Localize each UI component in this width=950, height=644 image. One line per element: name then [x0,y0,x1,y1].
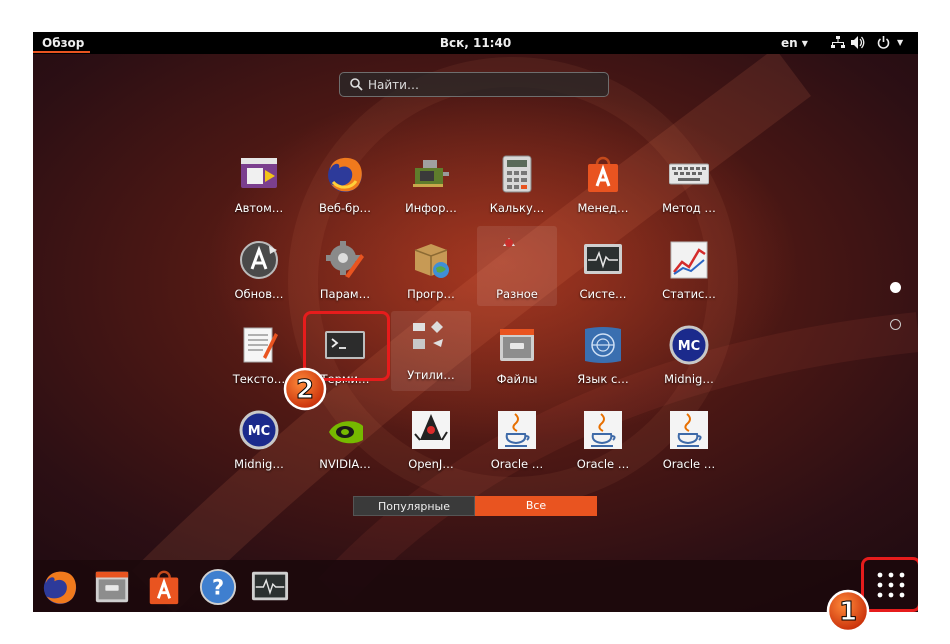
lang-label: en [781,36,798,50]
statistics-icon [670,241,708,279]
app-label: Кальку… [489,201,545,215]
page-indicator-active[interactable] [890,282,901,293]
wallpaper-swirl [131,47,918,612]
help-icon[interactable]: ? [199,568,237,606]
tab-all[interactable]: Все [475,496,597,516]
app-label: Веб-бр… [318,201,372,215]
activities-indicator [33,51,90,53]
text-editor-icon [243,327,278,363]
app-calculator[interactable]: Кальку… [477,140,557,220]
step-badge-1: 1 [826,589,870,633]
app-firefox[interactable]: Веб-бр… [305,140,385,220]
app-label: Систе… [579,287,627,301]
app-label: Обнов… [234,287,284,301]
midnight-commander-icon: MC [669,325,709,365]
step-badge-2: 2 [283,367,327,411]
app-label: Инфор… [405,201,457,215]
svg-text:MC: MC [248,424,270,439]
power-icon[interactable] [877,36,890,49]
nvidia-icon [329,421,363,444]
utilities-folder-icon [413,321,443,349]
app-label: Метод … [662,201,716,215]
app-midnight-commander[interactable]: MC Midnig… [649,311,729,391]
app-label: Утили… [407,368,455,382]
java-cup-icon [670,411,708,449]
network-icon[interactable] [831,36,845,49]
clock-label: Вск, 11:40 [439,36,512,50]
app-label: Прогр… [407,287,455,301]
svg-text:?: ? [212,576,224,600]
app-label: Разное [496,287,538,301]
misc-folder-icon [503,238,515,247]
app-oracle-java-2[interactable]: Oracle … [563,396,643,476]
files-icon [500,329,534,361]
app-label: Midnig… [234,457,284,471]
app-input-method[interactable]: Метод … [649,140,729,220]
top-bar: Обзор Вск, 11:40 en ▼ ▼ [33,32,918,54]
search-box[interactable] [339,72,609,97]
app-system-monitor[interactable]: Систе… [563,226,643,306]
app-files[interactable]: Файлы [477,311,557,391]
app-label: Автом… [234,201,284,215]
settings-icon [326,241,364,278]
app-label: Статис… [662,287,716,301]
java-duke-icon [412,411,450,449]
app-language-support[interactable]: Язык с… [563,311,643,391]
system-monitor-icon[interactable] [251,568,289,606]
app-folder-misc[interactable]: Разное [477,226,557,306]
app-hardware-info[interactable]: Инфор… [391,140,471,220]
app-openjdk[interactable]: OpenJ… [391,396,471,476]
app-grid-icon [877,572,905,598]
app-autostart[interactable]: Автом… [219,140,299,220]
hardware-info-icon [413,160,449,187]
badge-number: 2 [296,375,314,405]
chevron-down-icon: ▼ [801,39,808,48]
app-software-center[interactable]: Менед… [563,140,643,220]
search-icon [350,78,363,91]
software-center-icon [588,156,618,192]
files-icon[interactable] [93,568,131,606]
desktop-overview: Обзор Вск, 11:40 en ▼ ▼ Найти… Автом… Ве… [33,32,918,612]
app-oracle-java-1[interactable]: Oracle … [477,396,557,476]
java-cup-icon [498,411,536,449]
app-label: OpenJ… [408,457,454,471]
app-label: Oracle … [490,457,544,471]
app-software-updater[interactable]: Обнов… [219,226,299,306]
app-folder-utilities[interactable]: Утили… [391,311,471,391]
app-statistics[interactable]: Статис… [649,226,729,306]
system-monitor-icon [584,244,622,274]
autostart-icon [241,158,277,188]
java-cup-icon [584,411,622,449]
badge-number: 1 [839,597,857,627]
search-input[interactable] [368,76,598,93]
midnight-commander-icon: MC [239,410,279,450]
app-label: Язык с… [577,372,629,386]
software-center-icon[interactable] [145,568,183,606]
firefox-icon[interactable] [41,568,79,606]
volume-icon[interactable] [851,36,865,49]
firefox-icon [328,157,362,192]
app-label: Oracle … [662,457,716,471]
page-indicator[interactable] [890,319,901,330]
chevron-down-icon[interactable]: ▼ [897,38,903,47]
tab-frequent[interactable]: Популярные [353,496,475,516]
app-settings[interactable]: Парам… [305,226,385,306]
keyboard-icon [669,163,709,185]
app-label: Oracle … [576,457,630,471]
language-support-icon [585,327,621,363]
app-label: Парам… [319,287,371,301]
app-label: Midnig… [664,372,714,386]
app-view-switcher: Популярные Все [353,496,598,516]
app-label: Файлы [496,372,538,386]
app-oracle-java-3[interactable]: Oracle … [649,396,729,476]
keyboard-layout-indicator[interactable]: en ▼ [781,36,808,50]
software-updater-icon [240,241,278,279]
calculator-icon [502,155,532,193]
dock: ? [33,560,918,612]
app-software-properties[interactable]: Прогр… [391,226,471,306]
svg-text:MC: MC [678,339,700,354]
software-properties-icon [414,244,449,278]
app-label: NVIDIA… [319,457,371,471]
app-label: Менед… [577,201,629,215]
